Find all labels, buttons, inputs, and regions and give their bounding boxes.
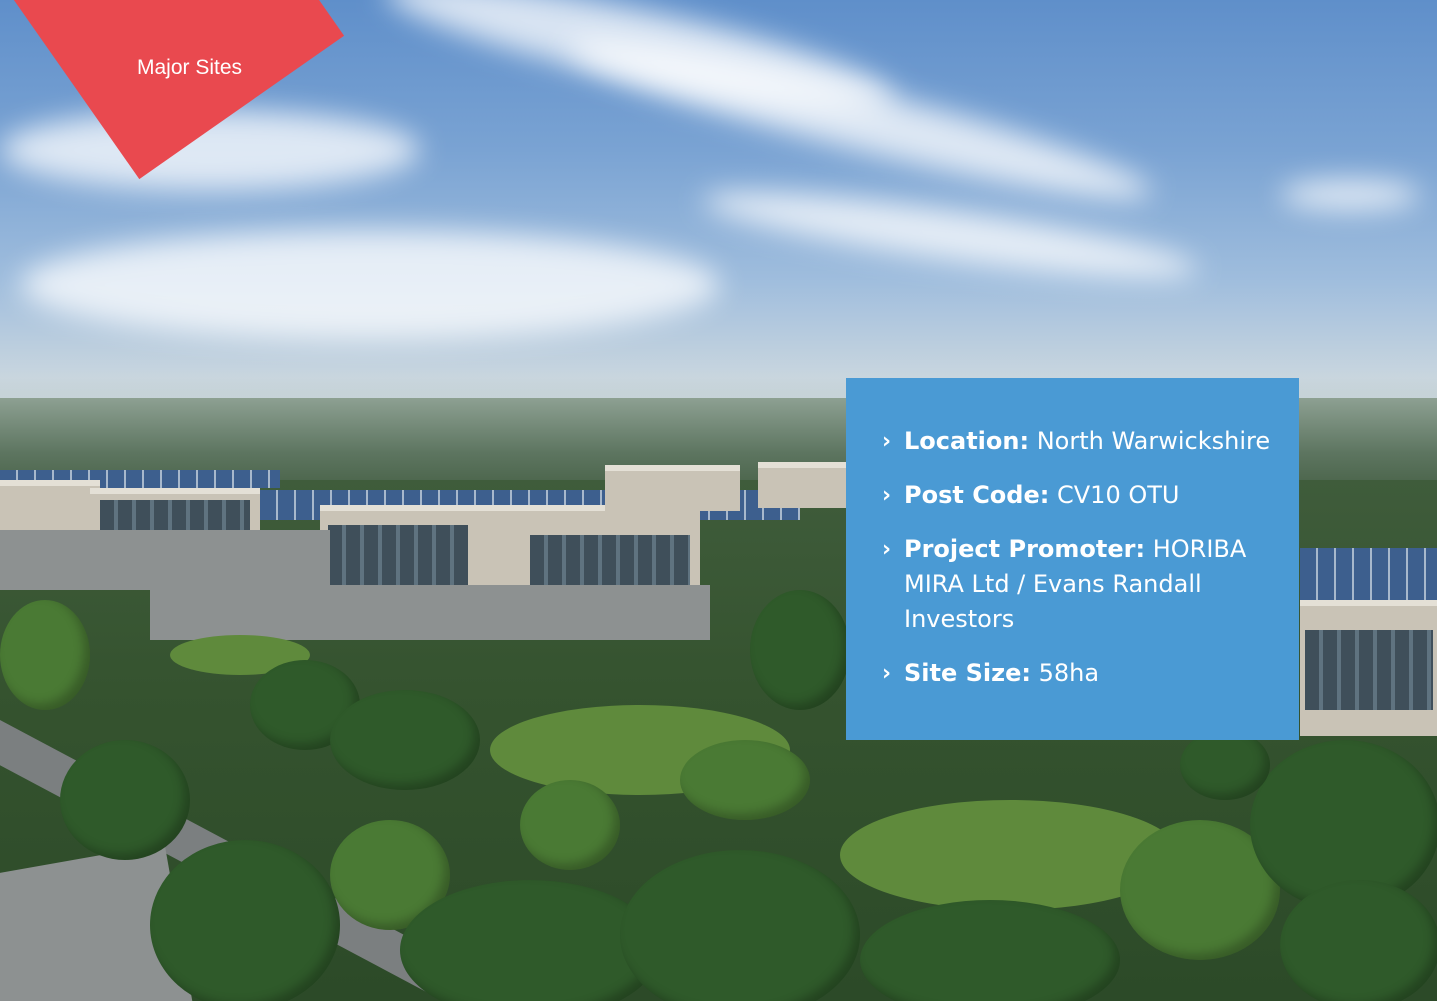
site-info-value: 58ha xyxy=(1038,659,1100,687)
site-info-list: › Location: North Warwickshire › Post Co… xyxy=(882,424,1279,691)
site-info-promoter: › Project Promoter: HORIBA MIRA Ltd / Ev… xyxy=(882,532,1279,637)
cloud xyxy=(20,230,720,340)
site-info-label: Project Promoter: xyxy=(904,535,1146,563)
site-info-box: › Location: North Warwickshire › Post Co… xyxy=(846,378,1299,740)
tree xyxy=(60,740,190,860)
tree xyxy=(750,590,850,710)
site-info-label: Site Size: xyxy=(904,659,1031,687)
chevron-right-icon: › xyxy=(882,537,892,562)
site-info-label: Location: xyxy=(904,427,1030,455)
tree xyxy=(520,780,620,870)
tree xyxy=(330,690,480,790)
site-info-postcode: › Post Code: CV10 OTU xyxy=(882,478,1279,513)
site-info-value: CV10 OTU xyxy=(1057,481,1180,509)
car-park xyxy=(150,585,710,640)
cloud xyxy=(1280,180,1420,210)
chevron-right-icon: › xyxy=(882,429,892,454)
chevron-right-icon: › xyxy=(882,661,892,686)
site-info-size: › Site Size: 58ha xyxy=(882,656,1279,691)
tree xyxy=(680,740,810,820)
site-info-location: › Location: North Warwickshire xyxy=(882,424,1279,459)
solar-roof xyxy=(1300,548,1437,608)
building-glazing xyxy=(1305,630,1433,710)
car-park xyxy=(0,530,330,590)
tree xyxy=(0,600,90,710)
site-info-value: North Warwickshire xyxy=(1036,427,1271,455)
chevron-right-icon: › xyxy=(882,483,892,508)
tree xyxy=(150,840,340,1001)
building xyxy=(605,465,740,511)
building xyxy=(0,480,100,536)
tree xyxy=(1280,880,1437,1001)
site-info-label: Post Code: xyxy=(904,481,1050,509)
tree xyxy=(1180,730,1270,800)
section-tag-label: Major Sites xyxy=(137,56,243,79)
building xyxy=(758,462,848,508)
